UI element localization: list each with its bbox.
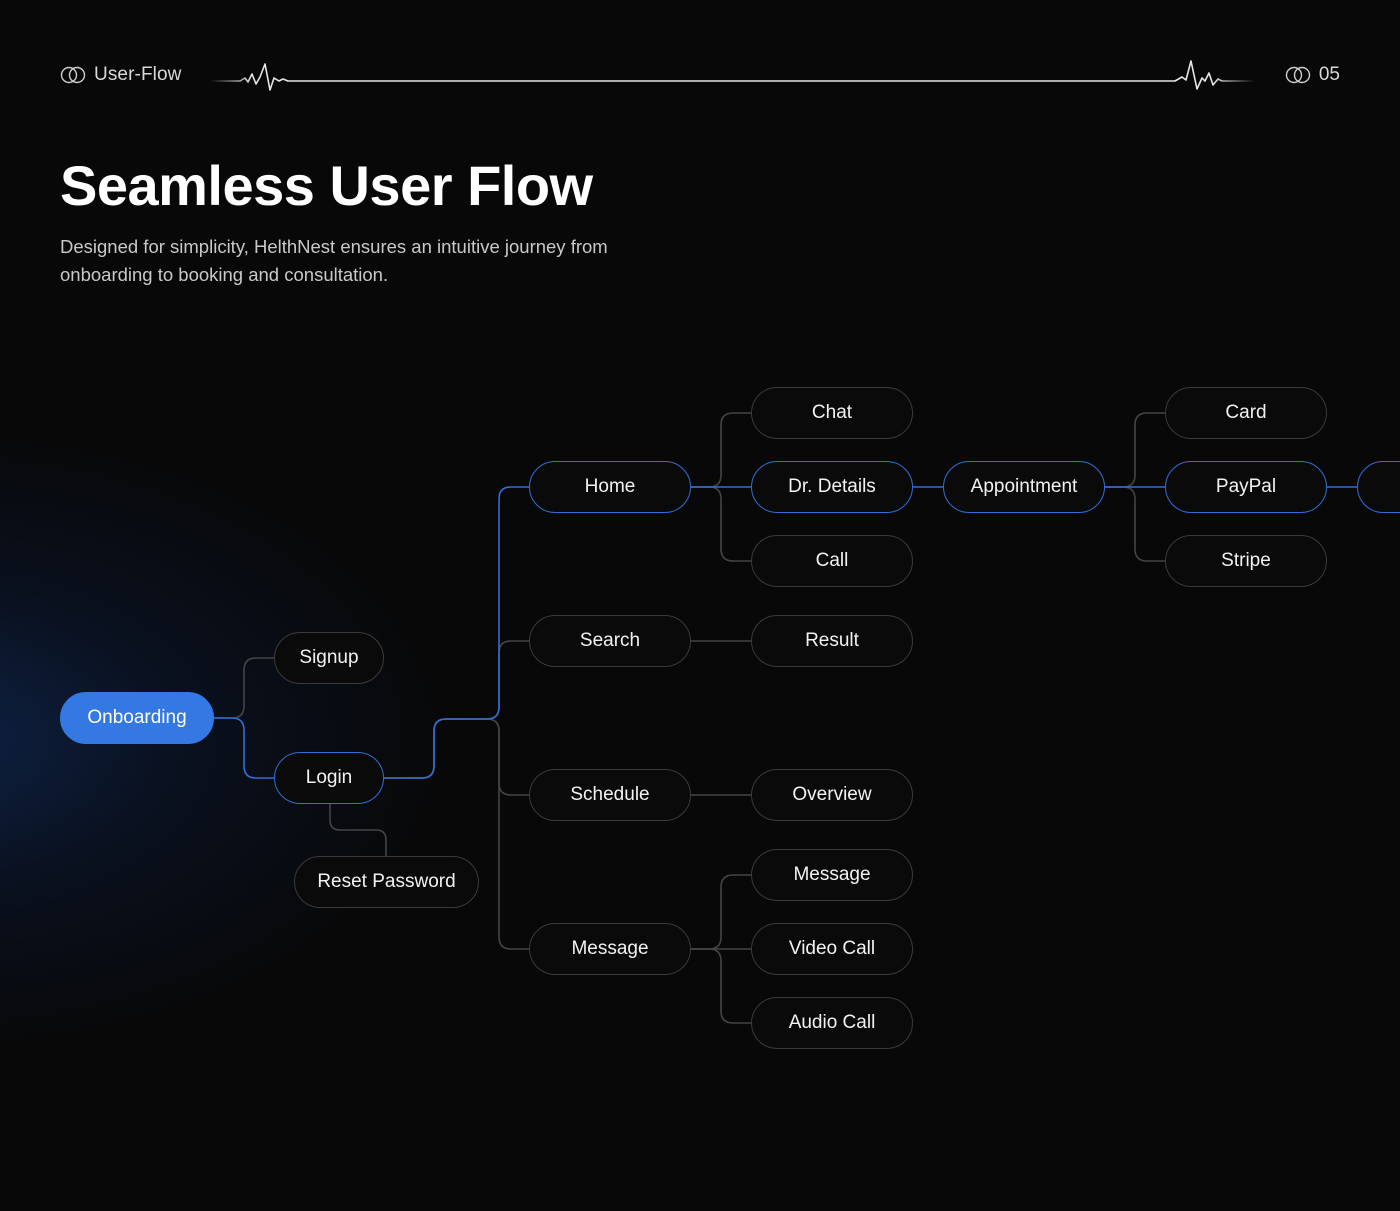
flow-node-label: Video Call [788, 938, 876, 959]
connector-login-to-reset-password [329, 804, 387, 856]
connector-message-to-audio-call [691, 948, 751, 1024]
connector-appointment-to-card [1105, 412, 1165, 488]
flow-node-label: Reset Password [317, 871, 456, 892]
connector-appointment-to-stripe [1105, 486, 1165, 562]
flow-node-label: Message [571, 938, 649, 959]
flow-node-label: Overview [792, 784, 872, 805]
connector-home-to-chat [691, 412, 751, 488]
flow-node-login[interactable]: Login [274, 752, 384, 804]
flow-node-label: Schedule [570, 784, 650, 805]
flow-node-appointment[interactable]: Appointment [943, 461, 1105, 513]
flow-node-audio-call[interactable]: Audio Call [751, 997, 913, 1049]
flow-node-label: Audio Call [788, 1012, 876, 1033]
flow-node-label: Appointment [970, 476, 1078, 497]
flow-node-label: Signup [299, 647, 359, 668]
flow-node-label: Stripe [1221, 550, 1271, 571]
flow-node-label: Message [793, 864, 871, 885]
flow-node-stripe[interactable]: Stripe [1165, 535, 1327, 587]
connector-message-to-message-sub [691, 874, 751, 950]
flow-node-home[interactable]: Home [529, 461, 691, 513]
flow-node-label: Home [584, 476, 636, 497]
flow-node-label: Card [1225, 402, 1267, 423]
flow-node-label: PayPal [1215, 476, 1277, 497]
flow-node-search[interactable]: Search [529, 615, 691, 667]
flow-node-schedule[interactable]: Schedule [529, 769, 691, 821]
flow-node-label: Search [579, 630, 641, 651]
flow-node-label: Login [305, 767, 353, 788]
connector-login-to-search [384, 640, 529, 779]
connector-login-to-message [384, 718, 529, 950]
flow-node-label: Result [805, 630, 859, 651]
flow-node-label: Chat [811, 402, 853, 423]
flow-node-message-sub[interactable]: Message [751, 849, 913, 901]
flow-node-label: Dr. Details [788, 476, 876, 497]
flow-node-call[interactable]: Call [751, 535, 913, 587]
flow-node-next-offscreen[interactable] [1357, 461, 1400, 513]
connector-onboarding-to-signup [214, 657, 274, 719]
connector-onboarding-to-login [214, 717, 274, 779]
connector-login-to-schedule [384, 718, 529, 796]
flow-node-signup[interactable]: Signup [274, 632, 384, 684]
flow-node-paypal[interactable]: PayPal [1165, 461, 1327, 513]
flow-node-onboarding[interactable]: Onboarding [60, 692, 214, 744]
connector-login-to-home [384, 486, 529, 779]
flow-node-message[interactable]: Message [529, 923, 691, 975]
connector-home-to-call [691, 486, 751, 562]
flow-node-label: Call [815, 550, 849, 571]
flow-node-result[interactable]: Result [751, 615, 913, 667]
flow-node-chat[interactable]: Chat [751, 387, 913, 439]
flow-node-card[interactable]: Card [1165, 387, 1327, 439]
flow-node-label: Onboarding [87, 707, 187, 728]
flow-node-reset-password[interactable]: Reset Password [294, 856, 479, 908]
flow-node-video-call[interactable]: Video Call [751, 923, 913, 975]
flow-node-dr-details[interactable]: Dr. Details [751, 461, 913, 513]
flow-node-overview[interactable]: Overview [751, 769, 913, 821]
flow-connectors [214, 412, 1357, 1024]
